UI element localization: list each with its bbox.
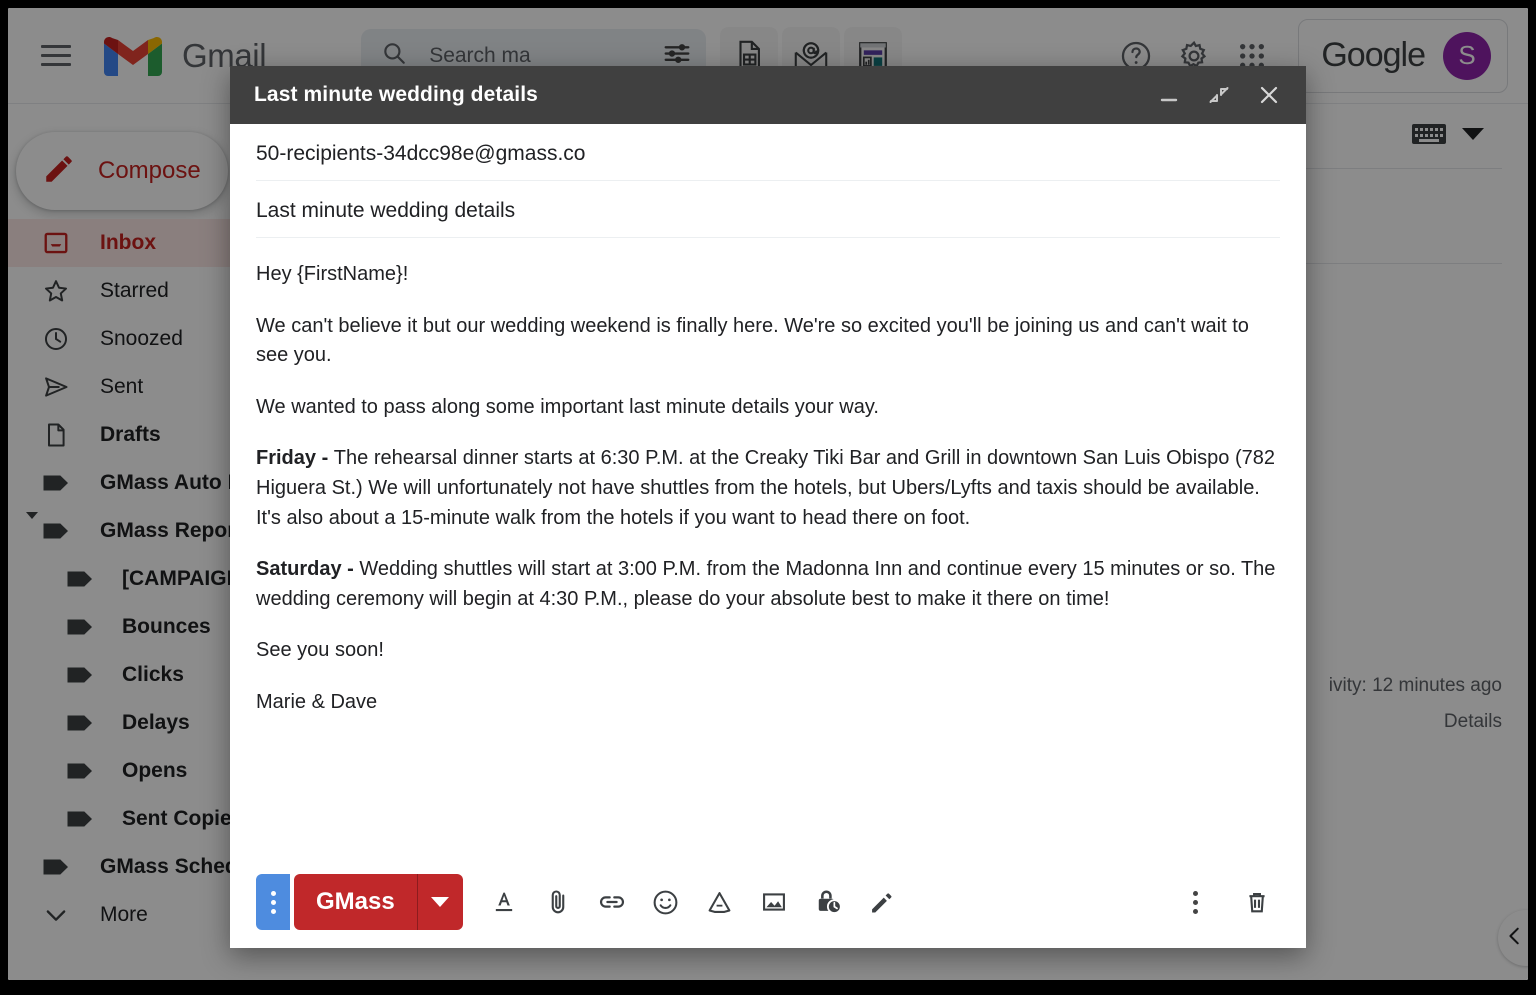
insert-photo-icon[interactable] xyxy=(751,879,797,925)
message-body[interactable]: Hey {FirstName}! We can't believe it but… xyxy=(256,238,1280,856)
insert-link-icon[interactable] xyxy=(589,879,635,925)
compose-window-controls xyxy=(1148,74,1290,116)
discard-draft-button[interactable] xyxy=(1234,879,1280,925)
saturday-label: Saturday - xyxy=(256,558,360,581)
gmail-app: Gmail Search ma Google S Compose Inbox S… xyxy=(8,8,1528,980)
recipients-field[interactable]: 50-recipients-34dcc98e@gmass.co xyxy=(256,124,1280,181)
more-options-button[interactable] xyxy=(1172,879,1218,925)
formatting-options-icon[interactable] xyxy=(481,879,527,925)
body-greeting: Hey {FirstName}! xyxy=(256,263,409,285)
compose-footer-right xyxy=(1172,879,1280,925)
attach-file-icon[interactable] xyxy=(535,879,581,925)
vertical-dots-icon xyxy=(270,890,276,914)
vertical-dots-icon xyxy=(1192,890,1198,914)
friday-text: The rehearsal dinner starts at 6:30 P.M.… xyxy=(256,447,1276,529)
insert-drive-file-icon[interactable] xyxy=(697,879,743,925)
exit-fullscreen-button[interactable] xyxy=(1198,74,1240,116)
screenshot-root: Gmail Search ma Google S Compose Inbox S… xyxy=(0,0,1536,995)
body-signature: Marie & Dave xyxy=(256,690,378,713)
compose-tools xyxy=(481,879,905,925)
compose-window: Last minute wedding details 50-recipient… xyxy=(230,66,1306,948)
insert-signature-icon[interactable] xyxy=(859,879,905,925)
confidential-mode-icon[interactable] xyxy=(805,879,851,925)
body-paragraph-friday: Friday - The rehearsal dinner starts at … xyxy=(256,444,1280,533)
body-paragraph-2: We wanted to pass along some important l… xyxy=(256,395,879,418)
subject-field[interactable]: Last minute wedding details xyxy=(256,181,1280,238)
gmass-button-label: GMass xyxy=(316,888,395,915)
friday-label: Friday - xyxy=(256,447,334,470)
minimize-button[interactable] xyxy=(1148,74,1190,116)
body-paragraph-saturday: Saturday - Wedding shuttles will start a… xyxy=(256,555,1280,614)
insert-emoji-icon[interactable] xyxy=(643,879,689,925)
body-closing: See you soon! xyxy=(256,639,384,662)
saturday-text: Wedding shuttles will start at 3:00 P.M.… xyxy=(256,558,1276,610)
compose-window-title: Last minute wedding details xyxy=(254,83,538,106)
close-button[interactable] xyxy=(1248,74,1290,116)
gmass-send-group: GMass xyxy=(256,874,463,930)
body-paragraph-1: We can't believe it but our wedding week… xyxy=(256,314,1249,367)
compose-footer-toolbar: GMass xyxy=(230,856,1306,948)
caret-down-icon[interactable] xyxy=(416,874,463,930)
compose-window-header[interactable]: Last minute wedding details xyxy=(230,66,1306,124)
gmass-settings-dots-button[interactable] xyxy=(256,874,290,930)
gmass-send-button[interactable]: GMass xyxy=(294,874,463,930)
